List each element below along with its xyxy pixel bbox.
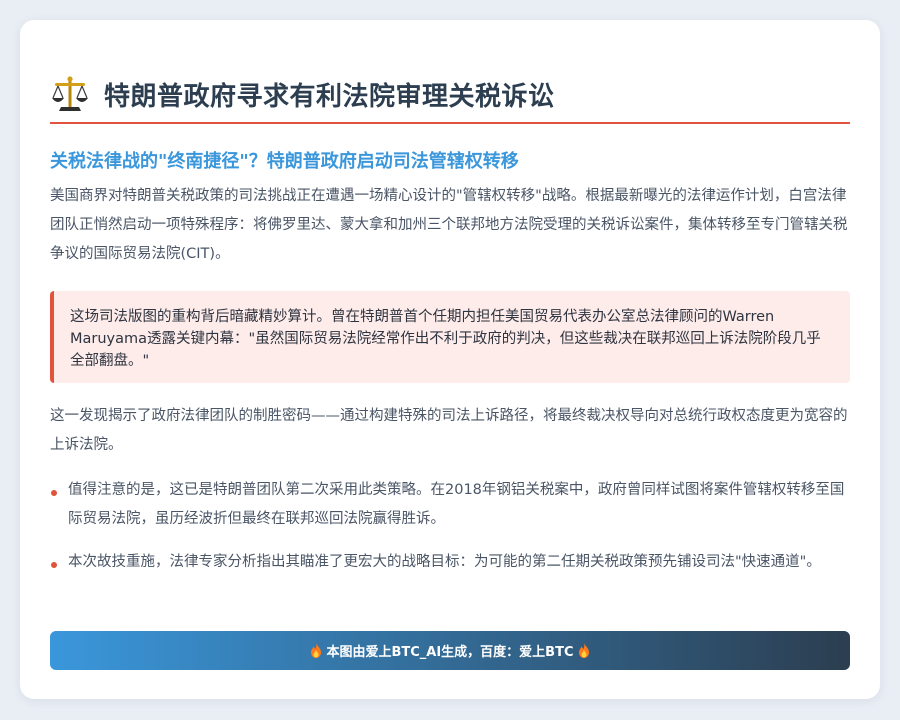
bullet-dot-icon [51, 562, 57, 568]
fire-icon [578, 643, 589, 658]
footer-banner: 本图由爱上BTC_AI生成，百度：爱上BTC [50, 631, 850, 670]
bullet-dot-icon [51, 490, 57, 496]
list-item: 本次故技重施，法律专家分析指出其瞄准了更宏大的战略目标：为可能的第二任期关税政策… [50, 548, 850, 577]
fire-icon [311, 643, 322, 658]
list-item: 值得注意的是，这已是特朗普团队第二次采用此类策略。在2018年钢铝关税案中，政府… [50, 476, 850, 534]
scales-of-justice-icon [52, 76, 88, 111]
analysis-paragraph: 这一发现揭示了政府法律团队的制胜密码——通过构建特殊的司法上诉路径，将最终裁决权… [50, 408, 848, 453]
page-title: 特朗普政府寻求有利法院审理关税诉讼 [104, 81, 555, 112]
page-header: 特朗普政府寻求有利法院审理关税诉讼 [50, 72, 850, 124]
footer-text: 本图由爱上BTC_AI生成，百度：爱上BTC [326, 645, 574, 660]
bullet-list: 值得注意的是，这已是特朗普团队第二次采用此类策略。在2018年钢铝关税案中，政府… [50, 476, 850, 591]
list-item-text: 本次故技重施，法律专家分析指出其瞄准了更宏大的战略目标：为可能的第二任期关税政策… [68, 554, 821, 570]
article-card: 特朗普政府寻求有利法院审理关税诉讼 关税法律战的"终南捷径"？特朗普政府启动司法… [20, 20, 880, 699]
quote-block: 这场司法版图的重构背后暗藏精妙算计。曾在特朗普首个任期内担任美国贸易代表办公室总… [50, 291, 850, 383]
list-item-text: 值得注意的是，这已是特朗普团队第二次采用此类策略。在2018年钢铝关税案中，政府… [68, 482, 845, 527]
intro-paragraph: 美国商界对特朗普关税政策的司法挑战正在遭遇一场精心设计的"管辖权转移"战略。根据… [50, 188, 848, 262]
article-subtitle: 关税法律战的"终南捷径"？特朗普政府启动司法管辖权转移 [50, 151, 519, 172]
